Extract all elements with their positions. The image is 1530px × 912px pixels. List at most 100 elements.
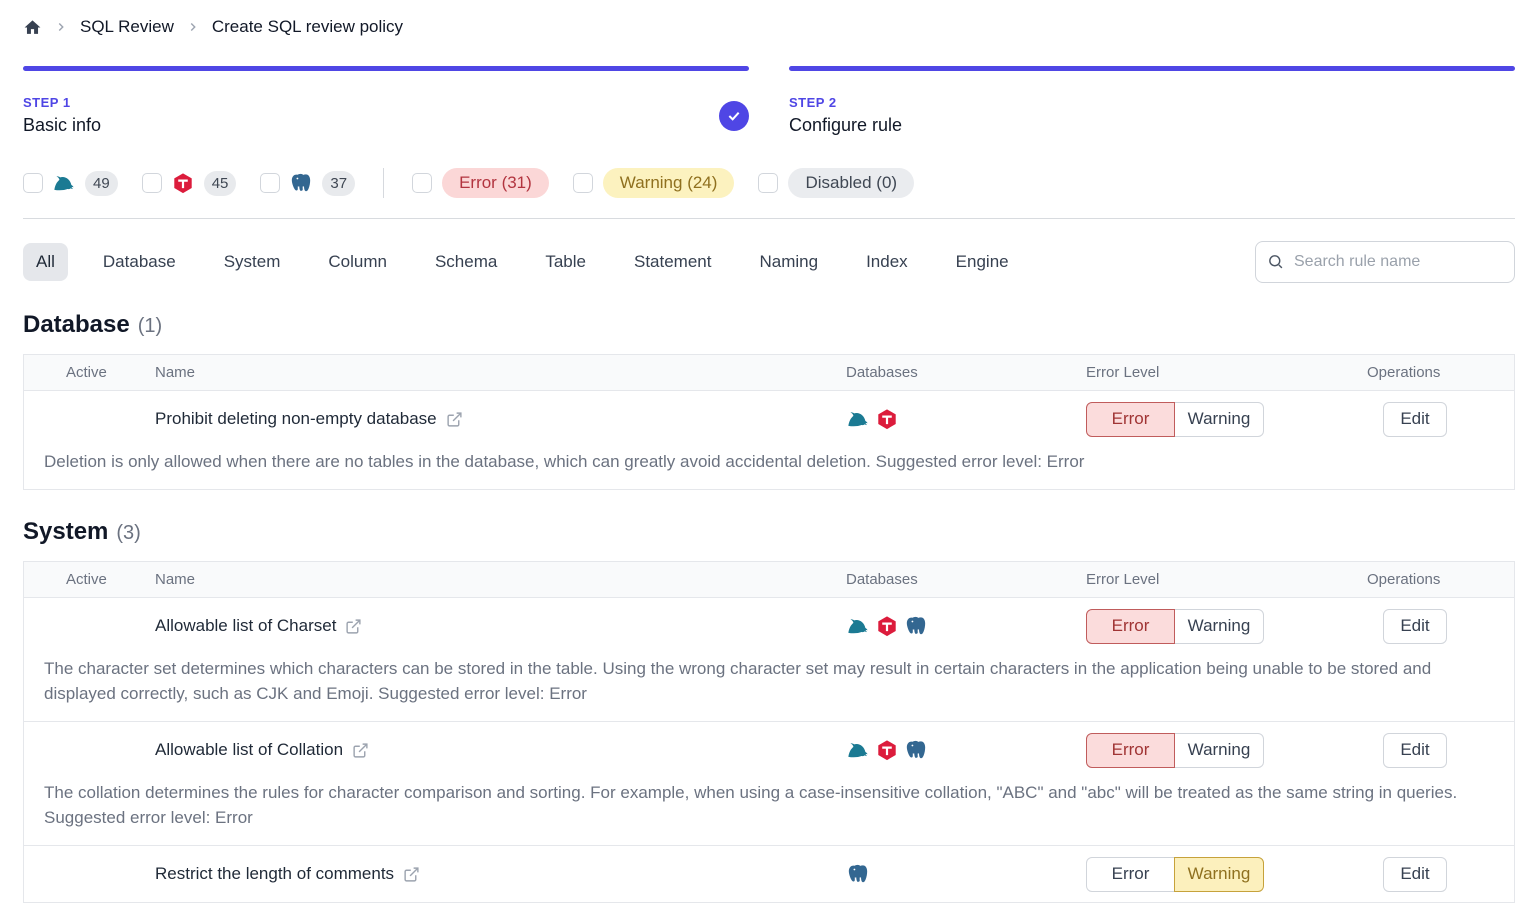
section-count: (3) bbox=[116, 522, 140, 545]
step-completed-icon bbox=[719, 101, 749, 131]
engine-filter-mysql[interactable]: 49 bbox=[23, 171, 118, 196]
column-header-operations: Operations bbox=[1367, 571, 1514, 588]
create-sql-review-policy-page: SQL Review Create SQL review policy STEP… bbox=[0, 0, 1530, 903]
tab-naming[interactable]: Naming bbox=[746, 243, 831, 281]
tab-all[interactable]: All bbox=[23, 243, 68, 281]
error-level-button[interactable]: Error bbox=[1086, 609, 1175, 644]
rule-table: ActiveNameDatabasesError LevelOperations… bbox=[23, 354, 1515, 490]
level-pill: Error (31) bbox=[442, 168, 549, 198]
error-level-button[interactable]: Error bbox=[1086, 733, 1175, 768]
level-pill: Warning (24) bbox=[603, 168, 735, 198]
warning-level-button[interactable]: Warning bbox=[1174, 733, 1264, 768]
search-icon bbox=[1267, 253, 1284, 270]
section-count: (1) bbox=[138, 315, 162, 338]
breadcrumb-sql-review[interactable]: SQL Review bbox=[80, 17, 174, 37]
error-level-selector: Error Warning bbox=[1086, 733, 1264, 768]
tidb-icon bbox=[876, 739, 898, 761]
step-2-label: STEP 2 bbox=[789, 95, 1515, 110]
checkbox[interactable] bbox=[23, 173, 43, 193]
level-filter-disabled[interactable]: Disabled (0) bbox=[758, 168, 914, 198]
warning-level-button[interactable]: Warning bbox=[1174, 857, 1264, 892]
rule-engines bbox=[844, 739, 1086, 761]
checkbox[interactable] bbox=[142, 173, 162, 193]
postgres-icon bbox=[905, 739, 927, 761]
step-indicator: STEP 1 Basic info STEP 2 Configure rule bbox=[23, 66, 1515, 136]
search-box bbox=[1255, 241, 1515, 283]
rule-table: ActiveNameDatabasesError LevelOperations… bbox=[23, 561, 1515, 903]
edit-button[interactable]: Edit bbox=[1383, 733, 1447, 768]
column-header-error-level: Error Level bbox=[1086, 571, 1367, 588]
rule-name: Allowable list of Charset bbox=[155, 616, 336, 636]
breadcrumb-create-policy: Create SQL review policy bbox=[212, 17, 403, 37]
tab-engine[interactable]: Engine bbox=[943, 243, 1022, 281]
section-title: System bbox=[23, 518, 108, 546]
section-title: Database bbox=[23, 311, 130, 339]
section-system: System (3) ActiveNameDatabasesError Leve… bbox=[23, 518, 1515, 903]
tab-table[interactable]: Table bbox=[532, 243, 599, 281]
table-row: Allowable list of Charset Error Warning … bbox=[24, 598, 1514, 722]
tab-column[interactable]: Column bbox=[315, 243, 400, 281]
table-header-row: ActiveNameDatabasesError LevelOperations bbox=[24, 355, 1514, 391]
postgres-icon bbox=[290, 172, 312, 194]
mysql-icon bbox=[53, 172, 75, 194]
external-link-icon[interactable] bbox=[403, 866, 420, 883]
tab-schema[interactable]: Schema bbox=[422, 243, 510, 281]
level-filter-warning[interactable]: Warning (24) bbox=[573, 168, 735, 198]
external-link-icon[interactable] bbox=[345, 618, 362, 635]
table-row: Restrict the length of comments Error Wa… bbox=[24, 846, 1514, 902]
mysql-icon bbox=[847, 739, 869, 761]
postgres-icon bbox=[847, 863, 869, 885]
rule-name: Allowable list of Collation bbox=[155, 740, 343, 760]
error-level-button[interactable]: Error bbox=[1086, 402, 1175, 437]
checkbox[interactable] bbox=[573, 173, 593, 193]
level-filter-error[interactable]: Error (31) bbox=[412, 168, 549, 198]
engine-count-badge: 37 bbox=[322, 171, 355, 196]
rule-description: The character set determines which chara… bbox=[24, 654, 1514, 721]
tidb-icon bbox=[876, 408, 898, 430]
edit-button[interactable]: Edit bbox=[1383, 402, 1447, 437]
rule-sections: Database (1) ActiveNameDatabasesError Le… bbox=[23, 311, 1515, 903]
home-icon[interactable] bbox=[23, 18, 42, 37]
breadcrumb: SQL Review Create SQL review policy bbox=[23, 12, 1515, 42]
tidb-icon bbox=[172, 172, 194, 194]
checkbox[interactable] bbox=[412, 173, 432, 193]
column-header-databases: Databases bbox=[844, 364, 1086, 381]
checkbox[interactable] bbox=[260, 173, 280, 193]
rule-engines bbox=[844, 863, 1086, 885]
tab-system[interactable]: System bbox=[211, 243, 294, 281]
level-filters: Error (31) Warning (24) Disabled (0) bbox=[412, 168, 914, 198]
table-header-row: ActiveNameDatabasesError LevelOperations bbox=[24, 562, 1514, 598]
tab-index[interactable]: Index bbox=[853, 243, 921, 281]
error-level-button[interactable]: Error bbox=[1086, 857, 1175, 892]
step-2-title: Configure rule bbox=[789, 115, 1515, 136]
engine-filter-tidb[interactable]: 45 bbox=[142, 171, 237, 196]
section-database: Database (1) ActiveNameDatabasesError Le… bbox=[23, 311, 1515, 490]
external-link-icon[interactable] bbox=[446, 411, 463, 428]
checkbox[interactable] bbox=[758, 173, 778, 193]
search-input[interactable] bbox=[1255, 241, 1515, 283]
column-header-name: Name bbox=[144, 364, 844, 381]
step-1-label: STEP 1 bbox=[23, 95, 749, 110]
postgres-icon bbox=[905, 615, 927, 637]
rule-engines bbox=[844, 615, 1086, 637]
column-header-active: Active bbox=[24, 364, 144, 381]
tab-statement[interactable]: Statement bbox=[621, 243, 725, 281]
edit-button[interactable]: Edit bbox=[1383, 609, 1447, 644]
warning-level-button[interactable]: Warning bbox=[1174, 402, 1264, 437]
chevron-right-icon bbox=[54, 20, 68, 34]
rule-description: The collation determines the rules for c… bbox=[24, 778, 1514, 845]
warning-level-button[interactable]: Warning bbox=[1174, 609, 1264, 644]
tidb-icon bbox=[876, 615, 898, 637]
column-header-operations: Operations bbox=[1367, 364, 1514, 381]
edit-button[interactable]: Edit bbox=[1383, 857, 1447, 892]
table-row: Prohibit deleting non-empty database Err… bbox=[24, 391, 1514, 489]
external-link-icon[interactable] bbox=[352, 742, 369, 759]
step-1: STEP 1 Basic info bbox=[23, 66, 749, 136]
tab-database[interactable]: Database bbox=[90, 243, 189, 281]
engine-count-badge: 45 bbox=[204, 171, 237, 196]
filter-divider bbox=[383, 168, 384, 198]
engine-filter-postgres[interactable]: 37 bbox=[260, 171, 355, 196]
column-header-active: Active bbox=[24, 571, 144, 588]
engine-filters: 49 45 37 bbox=[23, 171, 355, 196]
category-tab-bar: All Database System Column Schema Table … bbox=[23, 241, 1515, 283]
